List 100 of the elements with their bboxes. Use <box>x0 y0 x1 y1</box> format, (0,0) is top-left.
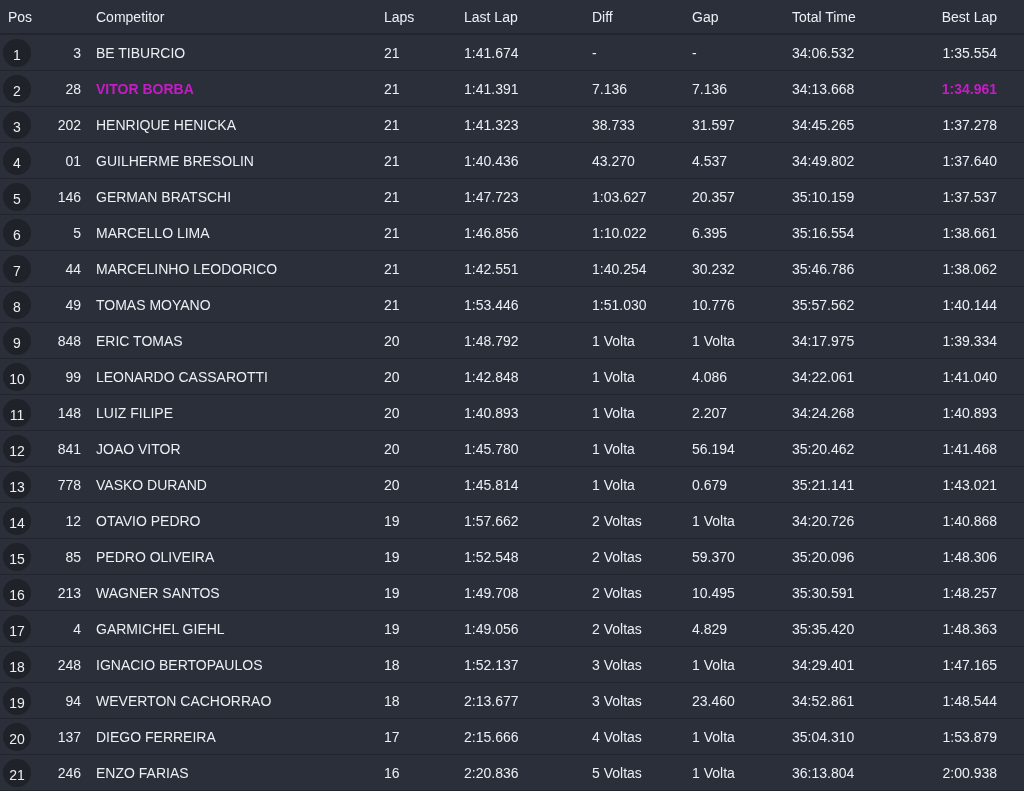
table-cell: 20 <box>384 368 400 385</box>
competitor-name: IGNACIO BERTOPAULOS <box>96 656 263 673</box>
car-number: 778 <box>57 476 81 493</box>
competitor-name: GUILHERME BRESOLIN <box>96 152 254 169</box>
table-cell: 5 Voltas <box>592 764 642 781</box>
table-cell: 21 <box>384 116 400 133</box>
table-cell: 1 Volta <box>592 368 635 385</box>
best-lap-cell: 1:41.040 <box>942 368 997 385</box>
best-lap-cell: 1:48.306 <box>942 548 997 565</box>
table-cell: 20 <box>384 440 400 457</box>
table-cell: 20 <box>384 476 400 493</box>
table-cell: 34:49.802 <box>792 152 855 169</box>
best-lap-cell: 2:00.938 <box>942 764 997 781</box>
best-lap-cell: 1:37.278 <box>942 116 997 133</box>
position-badge: 1 <box>3 38 31 67</box>
car-number: 28 <box>65 80 81 97</box>
competitor-name: GARMICHEL GIEHL <box>96 620 225 637</box>
table-cell: 2:15.666 <box>464 728 519 745</box>
table-cell: 23.460 <box>692 692 735 709</box>
car-number: 01 <box>65 152 81 169</box>
table-cell: 1:45.780 <box>464 440 519 457</box>
position-badge: 20 <box>3 722 31 751</box>
table-cell: 1:40.893 <box>464 404 519 421</box>
table-cell: 1 Volta <box>692 512 735 529</box>
car-number: 213 <box>57 584 81 601</box>
table-cell: 19 <box>384 512 400 529</box>
position-badge: 18 <box>3 650 31 679</box>
table-cell: 3 Voltas <box>592 656 642 673</box>
table-cell: 2:20.836 <box>464 764 519 781</box>
position-badge: 17 <box>3 614 31 643</box>
table-cell: 35:16.554 <box>792 224 855 241</box>
best-lap-cell: 1:40.893 <box>942 404 997 421</box>
position-badge: 12 <box>3 434 31 463</box>
position-badge: 8 <box>3 290 31 319</box>
table-cell: 1 Volta <box>592 404 635 421</box>
table-cell: 1:48.792 <box>464 332 519 349</box>
competitor-name: HENRIQUE HENICKA <box>96 116 237 133</box>
table-cell: 34:20.726 <box>792 512 855 529</box>
best-lap-cell: 1:40.868 <box>942 512 997 529</box>
table-cell: 43.270 <box>592 152 635 169</box>
table-cell: 21 <box>384 224 400 241</box>
column-header: Total Time <box>792 8 856 25</box>
table-cell: 1 Volta <box>692 332 735 349</box>
table-cell: 18 <box>384 656 400 673</box>
table-cell: 21 <box>384 260 400 277</box>
table-cell: 35:46.786 <box>792 260 855 277</box>
competitor-name: GERMAN BRATSCHI <box>96 188 232 205</box>
table-cell: 1 Volta <box>692 656 735 673</box>
position-badge: 7 <box>3 254 31 283</box>
competitor-name: TOMAS MOYANO <box>96 296 211 313</box>
position-badge: 2 <box>3 74 31 103</box>
competitor-name: BE TIBURCIO <box>96 44 186 61</box>
table-cell: 35:21.141 <box>792 476 855 493</box>
table-cell: 2 Voltas <box>592 548 642 565</box>
table-cell: 19 <box>384 620 400 637</box>
car-number: 12 <box>65 512 81 529</box>
table-cell: 30.232 <box>692 260 735 277</box>
table-cell: 1:40.436 <box>464 152 519 169</box>
table-cell: 1:49.056 <box>464 620 519 637</box>
table-cell: 21 <box>384 188 400 205</box>
table-cell: 2.207 <box>692 404 728 421</box>
position-badge: 19 <box>3 686 31 715</box>
best-lap-cell: 1:39.334 <box>942 332 997 349</box>
table-cell: 21 <box>384 80 400 97</box>
table-cell: 38.733 <box>592 116 635 133</box>
competitor-name: PEDRO OLIVEIRA <box>96 548 215 565</box>
best-lap-cell: 1:41.468 <box>942 440 997 457</box>
best-lap-cell: 1:38.062 <box>942 260 997 277</box>
position-badge: 16 <box>3 578 31 607</box>
table-cell: 1 Volta <box>592 440 635 457</box>
table-cell: 1 Volta <box>692 728 735 745</box>
table-cell: 10.495 <box>692 584 735 601</box>
position-badge: 10 <box>3 362 31 391</box>
table-cell: 56.194 <box>692 440 735 457</box>
position-badge: 3 <box>3 110 31 139</box>
competitor-name: OTAVIO PEDRO <box>96 512 201 529</box>
table-cell: 1:53.446 <box>464 296 519 313</box>
table-cell: 4.537 <box>692 152 728 169</box>
table-cell: 1:57.662 <box>464 512 519 529</box>
best-lap-cell: 1:38.661 <box>942 224 997 241</box>
competitor-name: MARCELINHO LEODORICO <box>96 260 278 277</box>
column-header: Best Lap <box>941 8 997 25</box>
table-cell: 6.395 <box>692 224 728 241</box>
table-cell: 21 <box>384 44 400 61</box>
table-cell: 1 Volta <box>592 332 635 349</box>
best-lap-cell: 1:48.363 <box>942 620 997 637</box>
table-cell: 16 <box>384 764 400 781</box>
table-cell: 1 Volta <box>592 476 635 493</box>
table-cell: 59.370 <box>692 548 735 565</box>
table-cell: 34:13.668 <box>792 80 855 97</box>
table-cell: 21 <box>384 152 400 169</box>
table-cell: 20 <box>384 404 400 421</box>
car-number: 148 <box>57 404 81 421</box>
table-cell: 7.136 <box>692 80 728 97</box>
table-cell: 10.776 <box>692 296 735 313</box>
table-cell: 1:42.551 <box>464 260 519 277</box>
column-header: Competitor <box>96 8 165 25</box>
best-lap-cell: 1:53.879 <box>942 728 997 745</box>
table-cell: - <box>692 44 697 61</box>
column-header: Gap <box>692 8 719 25</box>
